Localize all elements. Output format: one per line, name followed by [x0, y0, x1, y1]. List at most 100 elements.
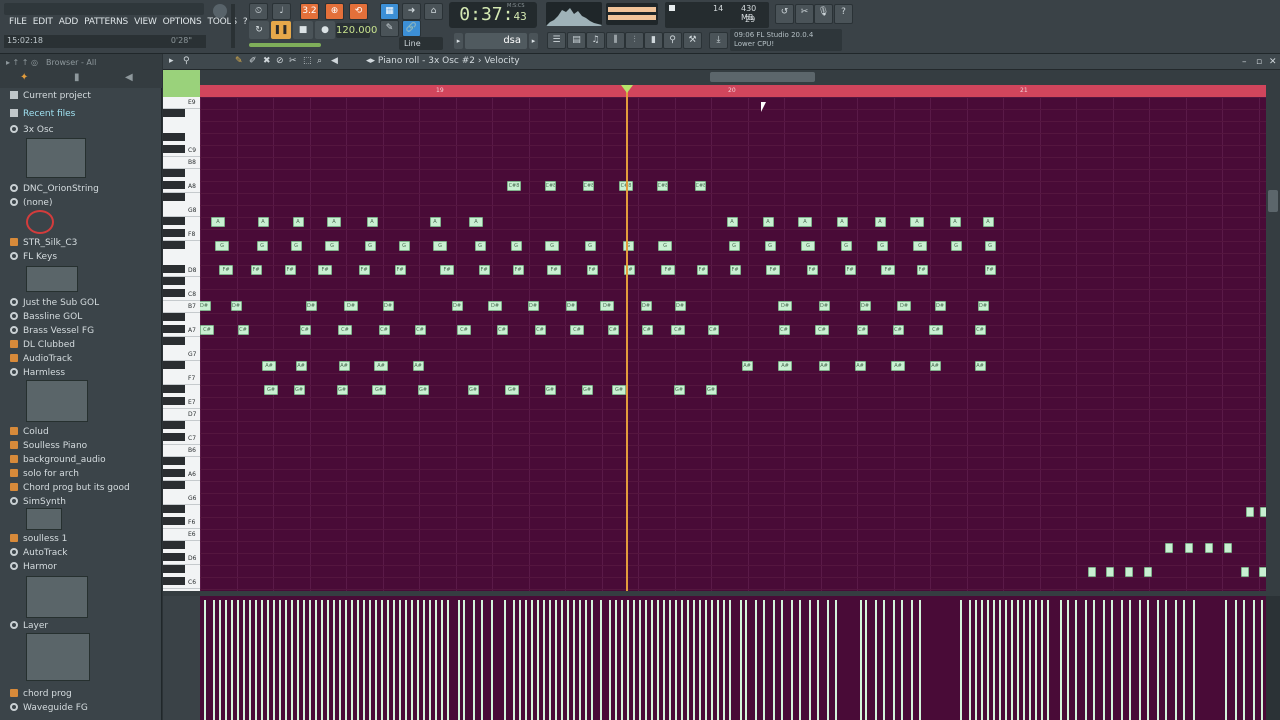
velocity-bar[interactable]: [699, 600, 701, 720]
velocity-bar[interactable]: [555, 600, 557, 720]
note[interactable]: F#: [881, 265, 895, 275]
browser-item[interactable]: AutoTrack: [10, 547, 67, 560]
velocity-bar[interactable]: [740, 600, 742, 720]
menu-file[interactable]: FILE: [6, 17, 30, 27]
velocity-bar[interactable]: [615, 600, 617, 720]
playlist-icon[interactable]: ☰: [547, 32, 566, 49]
velocity-bar[interactable]: [249, 600, 251, 720]
note[interactable]: A#: [891, 361, 905, 371]
note[interactable]: G: [510, 241, 522, 251]
velocity-bar[interactable]: [463, 600, 465, 720]
menu-view[interactable]: VIEW: [131, 17, 160, 27]
velocity-bar[interactable]: [711, 600, 713, 720]
note[interactable]: G#: [612, 385, 626, 395]
black-key[interactable]: [163, 325, 185, 333]
black-key[interactable]: [163, 541, 185, 549]
velocity-bar[interactable]: [809, 600, 811, 720]
velocity-bar[interactable]: [405, 600, 407, 720]
browser-item[interactable]: Layer: [10, 620, 48, 633]
browser-item[interactable]: Bassline GOL: [10, 311, 82, 324]
note[interactable]: G#: [505, 385, 519, 395]
velocity-bar[interactable]: [1023, 600, 1025, 720]
note[interactable]: A: [292, 217, 304, 227]
note[interactable]: D#: [488, 301, 502, 311]
note[interactable]: D#: [859, 301, 871, 311]
note[interactable]: F#: [586, 265, 598, 275]
note[interactable]: G: [364, 241, 376, 251]
velocity-bar[interactable]: [1193, 600, 1195, 720]
black-key[interactable]: [163, 289, 185, 297]
black-key[interactable]: [163, 397, 185, 405]
browser-item[interactable]: FL Keys: [10, 251, 57, 264]
position-slider[interactable]: [249, 43, 321, 47]
note[interactable]: F#: [844, 265, 856, 275]
velocity-bar[interactable]: [339, 600, 341, 720]
browser-item[interactable]: Waveguide FG: [10, 702, 88, 715]
black-key[interactable]: [163, 565, 185, 573]
master-pitch-slider[interactable]: [231, 4, 235, 48]
note[interactable]: F#: [661, 265, 675, 275]
velocity-bar[interactable]: [1011, 600, 1013, 720]
black-key[interactable]: [163, 181, 185, 189]
note[interactable]: [1144, 567, 1152, 577]
note[interactable]: G#: [417, 385, 429, 395]
note[interactable]: F#: [806, 265, 818, 275]
velocity-bar[interactable]: [901, 600, 903, 720]
black-key[interactable]: [163, 193, 185, 201]
velocity-bar[interactable]: [969, 600, 971, 720]
velocity-bar[interactable]: [627, 600, 629, 720]
stop-button[interactable]: ■: [293, 21, 313, 39]
velocity-bar[interactable]: [817, 600, 819, 720]
browser-item[interactable]: DL Clubbed: [10, 339, 75, 352]
black-key[interactable]: [163, 433, 185, 441]
note[interactable]: G: [215, 241, 229, 251]
velocity-bar[interactable]: [791, 600, 793, 720]
note[interactable]: F#: [512, 265, 524, 275]
velocity-bar[interactable]: [745, 600, 747, 720]
note[interactable]: A#: [338, 361, 350, 371]
note[interactable]: A: [469, 217, 483, 227]
black-key[interactable]: [163, 169, 185, 177]
velocity-bar[interactable]: [387, 600, 389, 720]
velocity-bar[interactable]: [1029, 600, 1031, 720]
note[interactable]: D#: [934, 301, 946, 311]
note[interactable]: [1125, 567, 1133, 577]
note[interactable]: C#: [815, 325, 829, 335]
velocity-bar[interactable]: [693, 600, 695, 720]
velocity-bar[interactable]: [447, 600, 449, 720]
select-tool-icon[interactable]: ⬚: [303, 56, 312, 66]
velocity-bar[interactable]: [1103, 600, 1105, 720]
velocity-bar[interactable]: [1047, 600, 1049, 720]
velocity-bar[interactable]: [911, 600, 913, 720]
velocity-bar[interactable]: [717, 600, 719, 720]
velocity-bar[interactable]: [219, 600, 221, 720]
minimize-icon[interactable]: –: [1242, 57, 1247, 67]
note[interactable]: C#: [378, 325, 390, 335]
velocity-bar[interactable]: [1005, 600, 1007, 720]
velocity-bar[interactable]: [531, 600, 533, 720]
browser-item[interactable]: Soulless Piano: [10, 440, 87, 453]
velocity-bar[interactable]: [999, 600, 1001, 720]
velocity-bar[interactable]: [333, 600, 335, 720]
note[interactable]: G: [433, 241, 447, 251]
velocity-bar[interactable]: [993, 600, 995, 720]
horizontal-scrollbar[interactable]: [710, 72, 815, 82]
velocity-bar[interactable]: [609, 600, 611, 720]
note[interactable]: C#: [570, 325, 584, 335]
velocity-bar[interactable]: [504, 600, 506, 720]
vertical-scroll-thumb[interactable]: [1268, 190, 1278, 212]
note[interactable]: G: [622, 241, 634, 251]
velocity-bar[interactable]: [231, 600, 233, 720]
note[interactable]: A#: [741, 361, 753, 371]
browser-item[interactable]: chord prog: [10, 688, 72, 701]
note[interactable]: D#: [897, 301, 911, 311]
note[interactable]: D#: [565, 301, 577, 311]
menu-add[interactable]: ADD: [56, 17, 81, 27]
browser-item[interactable]: soulless 1: [10, 533, 67, 546]
note[interactable]: A#: [778, 361, 792, 371]
velocity-bar[interactable]: [458, 600, 460, 720]
note[interactable]: C#: [496, 325, 508, 335]
note[interactable]: G: [325, 241, 339, 251]
velocity-bar[interactable]: [960, 600, 962, 720]
note[interactable]: F#: [766, 265, 780, 275]
